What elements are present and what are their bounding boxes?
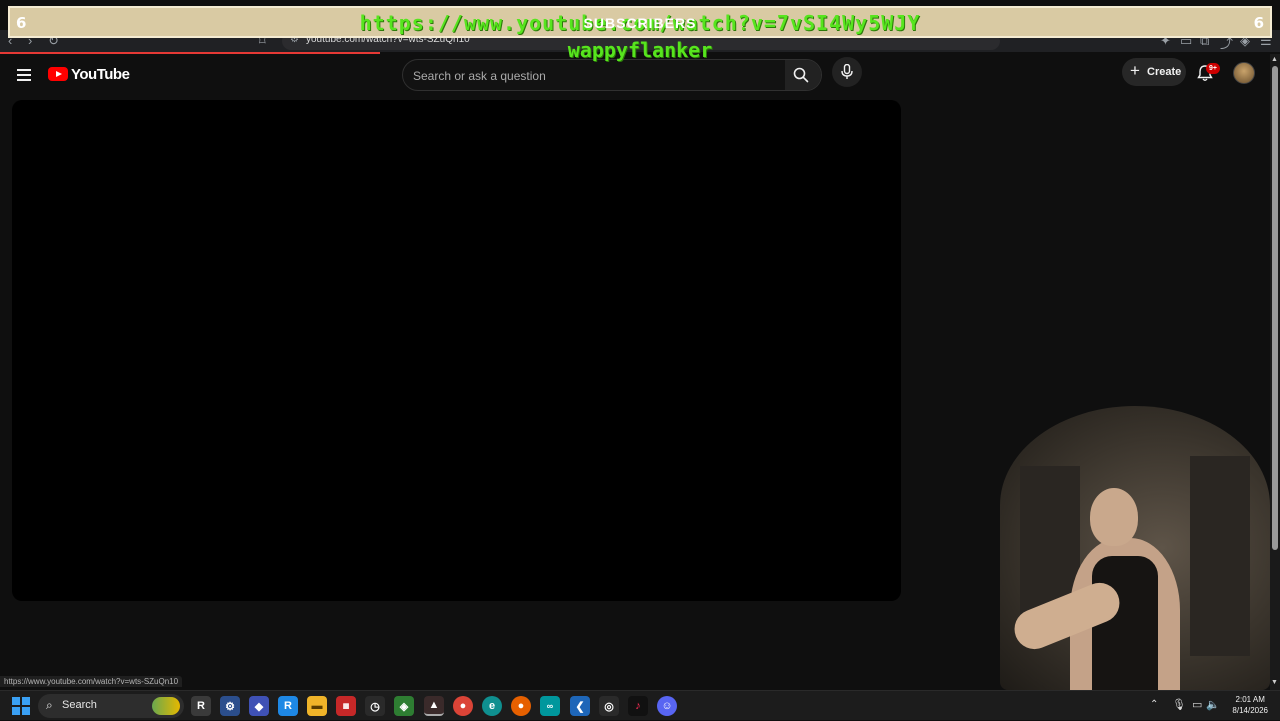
volume-icon[interactable]: 🔈: [1206, 698, 1220, 711]
network-tool-icon[interactable]: ⚙: [220, 696, 240, 716]
tiktok-icon[interactable]: ♪: [628, 696, 648, 716]
youtube-play-icon: [48, 67, 68, 81]
search-icon: ⌕: [46, 698, 53, 712]
brave-browser-icon[interactable]: ▲: [424, 696, 444, 716]
video-player[interactable]: [12, 100, 901, 601]
file-explorer-icon[interactable]: ▬: [307, 696, 327, 716]
app-r-icon[interactable]: R: [191, 696, 211, 716]
chrome-icon[interactable]: ●: [453, 696, 473, 716]
webcam-background-shelf: [1190, 456, 1250, 656]
edge-icon[interactable]: e: [482, 696, 502, 716]
create-button[interactable]: + Create: [1122, 58, 1186, 86]
windows-taskbar: ⌕ Search R ⚙ ◆ R ▬ ▦ ◷ ◈ ▲ ● e ● ∞ ❮ ◎ ♪…: [0, 690, 1280, 720]
youtube-logo-text: YouTube: [71, 66, 130, 83]
link-status-bar: https://www.youtube.com/watch?v=wts-SZuQ…: [0, 676, 183, 687]
search-input[interactable]: [413, 67, 783, 85]
notification-count-badge: 9+: [1206, 63, 1220, 74]
webcam-feed: [1000, 406, 1270, 690]
overlay-username: wappyflanker: [567, 38, 713, 62]
app-blue-r-icon[interactable]: R: [278, 696, 298, 716]
windows-logo-pane: [22, 697, 30, 705]
overlay-counter-right: 6: [1253, 14, 1264, 32]
stream-overlay-banner: 6 https://www.youtube.com/watch?v=7vSI4W…: [8, 6, 1272, 38]
arduino-icon[interactable]: ∞: [540, 696, 560, 716]
overlay-label: SUBSCRIBERS: [583, 15, 697, 31]
clock-app-icon[interactable]: ◷: [365, 696, 385, 716]
windows-logo-pane: [12, 707, 20, 715]
search-icon: [793, 67, 809, 83]
chevron-up-icon[interactable]: ⌃: [1150, 699, 1158, 710]
taskbar-search-label: Search: [62, 699, 97, 711]
voice-app-icon[interactable]: ▦: [336, 696, 356, 716]
taskbar-clock[interactable]: 2:01 AM 8/14/2026: [1232, 694, 1268, 716]
taskbar-search[interactable]: ⌕ Search: [38, 694, 184, 718]
webcam-person-head: [1090, 488, 1138, 546]
start-button[interactable]: [12, 697, 30, 715]
monitor-icon[interactable]: ▭: [1192, 698, 1202, 711]
windows-logo-pane: [22, 707, 30, 715]
shield-green-icon[interactable]: ◈: [394, 696, 414, 716]
system-tray: ⌃ 🎙 ▭ 🔈 2:01 AM 8/14/2026: [1140, 691, 1280, 721]
clock-date: 8/14/2026: [1232, 706, 1268, 715]
create-label: Create: [1147, 66, 1182, 78]
guide-menu-icon[interactable]: [17, 66, 31, 84]
firefox-icon[interactable]: ●: [511, 696, 531, 716]
search-box: [402, 59, 822, 91]
microphone-icon: [841, 64, 853, 79]
plus-icon: +: [1130, 61, 1140, 80]
scroll-down-icon[interactable]: ▼: [1271, 679, 1278, 686]
vscode-icon[interactable]: ❮: [570, 696, 590, 716]
obs-icon[interactable]: ◎: [599, 696, 619, 716]
microphone-tray-icon[interactable]: 🎙: [1172, 698, 1186, 711]
search-button[interactable]: [785, 60, 821, 90]
windows-logo-icon: [12, 697, 20, 705]
clock-time: 2:01 AM: [1235, 695, 1265, 704]
shield-app-icon[interactable]: ◆: [249, 696, 269, 716]
scrollbar-thumb[interactable]: [1272, 66, 1278, 550]
account-avatar[interactable]: [1233, 62, 1255, 84]
discord-icon[interactable]: ☺: [657, 696, 677, 716]
search-highlight-icon: [152, 697, 180, 715]
